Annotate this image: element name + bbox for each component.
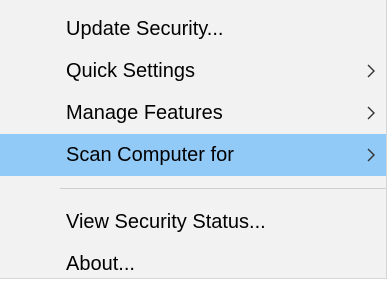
menu-item-about[interactable]: About... — [0, 243, 386, 285]
menu-item-view-security-status[interactable]: View Security Status... — [0, 201, 386, 243]
menu-item-manage-features[interactable]: Manage Features — [0, 92, 386, 134]
chevron-right-icon — [366, 147, 376, 163]
menu-item-scan-computer-for[interactable]: Scan Computer for — [0, 134, 386, 176]
menu-item-update-security[interactable]: Update Security... — [0, 8, 386, 50]
chevron-right-icon — [366, 105, 376, 121]
menu-item-label: Quick Settings — [66, 59, 195, 82]
menu-item-quick-settings[interactable]: Quick Settings — [0, 50, 386, 92]
menu-item-label: Update Security... — [66, 17, 224, 40]
menu-separator — [60, 188, 386, 189]
chevron-right-icon — [366, 63, 376, 79]
menu-item-label: About... — [66, 252, 135, 275]
menu-item-label: Manage Features — [66, 101, 223, 124]
context-menu: Update Security... Quick Settings Manage… — [0, 0, 387, 279]
menu-item-label: View Security Status... — [66, 210, 266, 233]
menu-item-label: Scan Computer for — [66, 143, 234, 166]
